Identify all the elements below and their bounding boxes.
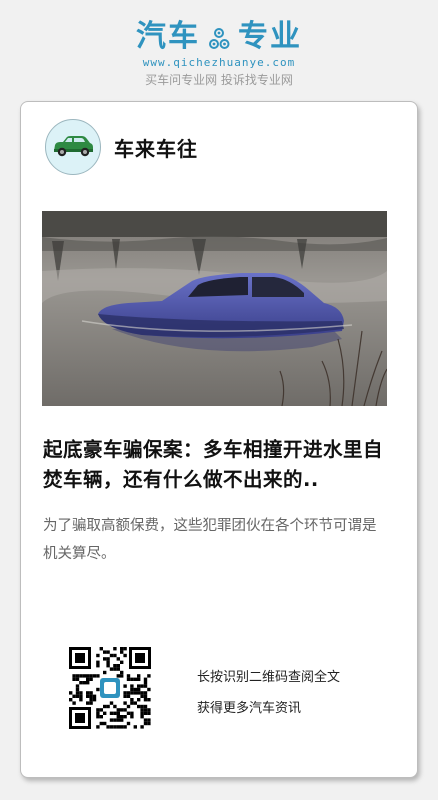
- article-card[interactable]: 车来车往 起底豪车骗保案：多车相撞开进水里自焚车辆，还有什么做不出来的.. 为了…: [20, 101, 418, 778]
- article-image[interactable]: [42, 211, 387, 406]
- qr-caption-line2: 获得更多汽车资讯: [197, 701, 302, 716]
- author-row[interactable]: 车来车往: [45, 119, 198, 175]
- qr-code-icon[interactable]: [69, 647, 151, 729]
- avatar[interactable]: [45, 119, 101, 175]
- author-name[interactable]: 车来车往: [114, 133, 198, 162]
- qr-caption-line1: 长按识别二维码查阅全文: [197, 670, 341, 685]
- site-url[interactable]: www.qichezhuanye.com: [0, 56, 438, 69]
- site-slogan: 买车问专业网 投诉找专业网: [145, 73, 293, 87]
- article-summary: 为了骗取高额保费，这些犯罪团伙在各个环节可谓是机关算尽。: [43, 518, 377, 562]
- site-header: 汽车 专业 www.qichezhuanye.com 买车问专业网 投诉找专业网: [0, 18, 438, 88]
- logo-text-left: 汽车: [136, 19, 200, 54]
- article-title[interactable]: 起底豪车骗保案：多车相撞开进水里自焚车辆，还有什么做不出来的..: [43, 435, 398, 495]
- logo-text-right: 专业: [238, 19, 302, 54]
- green-car-avatar-icon: [54, 136, 93, 157]
- qr-caption: 长按识别二维码查阅全文 获得更多汽车资讯: [197, 662, 340, 724]
- site-logo[interactable]: 汽车 专业: [136, 18, 302, 56]
- gear-icon: [206, 24, 232, 50]
